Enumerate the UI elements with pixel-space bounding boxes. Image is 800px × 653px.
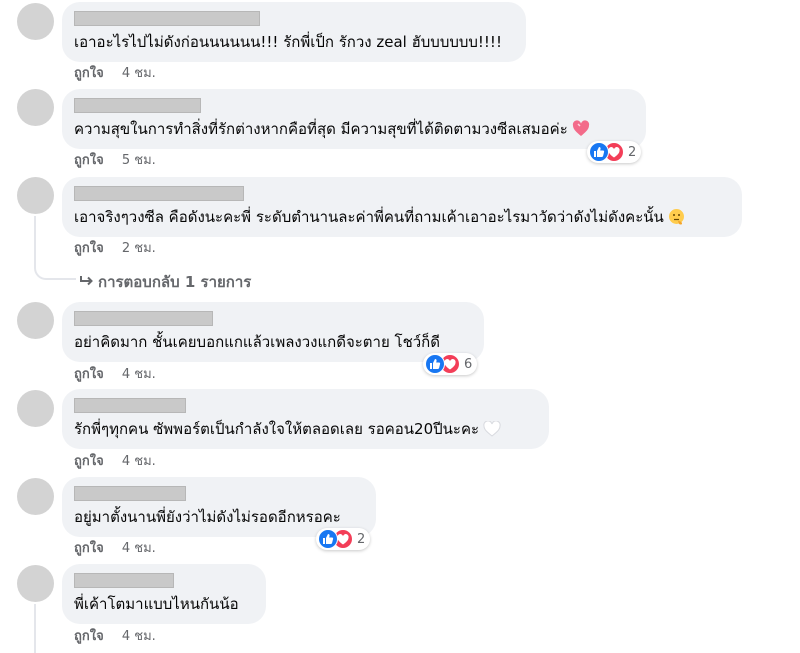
timestamp[interactable]: 4 ชม. [122, 541, 156, 556]
comment-bubble: อย่าคิดมาก ชั้นเคยบอกแกแล้วเพลงวงแกดีจะต… [62, 302, 484, 362]
avatar[interactable] [17, 302, 54, 339]
comment-bubble: รักพี่ๆทุกคน ซัพพอร์ตเป็นกำลังใจให้ตลอดเ… [62, 389, 549, 449]
thread-connector [34, 264, 76, 280]
avatar[interactable] [17, 565, 54, 602]
like-button[interactable]: ถูกใจ [74, 541, 104, 556]
comment-text: ความสุขในการทำสิ่งที่รักต่างหากคือที่สุด… [74, 119, 634, 142]
comment-text: เอาจริงๆวงซีล คือดังนะคะพี่ ระดับตำนานละ… [74, 207, 730, 230]
comment-text: อยู่มาตั้งนานพี่ยังว่าไม่ดังไม่รอดอีกหรอ… [74, 508, 341, 526]
avatar[interactable] [17, 478, 54, 515]
comment-bubble: เอาจริงๆวงซีล คือดังนะคะพี่ ระดับตำนานละ… [62, 177, 742, 237]
white-heart-icon [483, 420, 501, 442]
like-reaction-icon [318, 529, 338, 549]
avatar[interactable] [17, 89, 54, 126]
comment-actions: ถูกใจ 2 ชม. [74, 240, 156, 258]
comment-bubble: ความสุขในการทำสิ่งที่รักต่างหากคือที่สุด… [62, 89, 646, 149]
redacted-author-name[interactable] [74, 11, 260, 26]
like-button[interactable]: ถูกใจ [74, 367, 104, 382]
comment-bubble: เอาอะไรไปไม่ดังก่อนนนนนน!!! รักพี่เป็ก ร… [62, 2, 526, 62]
redacted-author-name[interactable] [74, 311, 213, 326]
timestamp[interactable]: 2 ชม. [122, 241, 156, 256]
comment-actions: ถูกใจ 4 ชม. [74, 366, 156, 384]
heart-icon [572, 120, 590, 142]
comment-actions: ถูกใจ 5 ชม. [74, 152, 156, 170]
avatar[interactable] [17, 3, 54, 40]
reaction-summary[interactable]: 2 [587, 141, 642, 163]
redacted-author-name[interactable] [74, 486, 186, 501]
like-button[interactable]: ถูกใจ [74, 454, 104, 469]
thread-line [34, 604, 36, 653]
reaction-summary[interactable]: 2 [316, 528, 371, 550]
comment-text: เอาอะไรไปไม่ดังก่อนนนนนน!!! รักพี่เป็ก ร… [74, 33, 502, 51]
comment-actions: ถูกใจ 4 ชม. [74, 540, 156, 558]
timestamp[interactable]: 4 ชม. [122, 629, 156, 644]
timestamp[interactable]: 4 ชม. [122, 367, 156, 382]
like-button[interactable]: ถูกใจ [74, 629, 104, 644]
like-button[interactable]: ถูกใจ [74, 66, 104, 81]
comment-text-body: รักพี่ๆทุกคน ซัพพอร์ตเป็นกำลังใจให้ตลอดเ… [74, 420, 480, 438]
avatar[interactable] [17, 177, 54, 214]
reply-arrow-icon [80, 273, 94, 291]
comment-text-body: ความสุขในการทำสิ่งที่รักต่างหากคือที่สุด… [74, 120, 568, 138]
redacted-author-name[interactable] [74, 398, 186, 413]
like-reaction-icon [425, 354, 445, 374]
timestamp[interactable]: 4 ชม. [122, 454, 156, 469]
reaction-count: 6 [464, 356, 473, 372]
comment-text: พี่เค้าโตมาแบบไหนกันน้อ [74, 595, 239, 613]
timestamp[interactable]: 4 ชม. [122, 66, 156, 81]
reaction-count: 2 [357, 531, 366, 547]
thread-line [34, 216, 36, 266]
comment-text: รักพี่ๆทุกคน ซัพพอร์ตเป็นกำลังใจให้ตลอดเ… [74, 419, 537, 442]
like-button[interactable]: ถูกใจ [74, 153, 104, 168]
reaction-count: 2 [628, 144, 637, 160]
thinking-face-icon [668, 208, 685, 230]
like-reaction-icon [589, 142, 609, 162]
timestamp[interactable]: 5 ชม. [122, 153, 156, 168]
comment-text-body: เอาจริงๆวงซีล คือดังนะคะพี่ ระดับตำนานละ… [74, 208, 664, 226]
like-button[interactable]: ถูกใจ [74, 241, 104, 256]
comment-bubble: พี่เค้าโตมาแบบไหนกันน้อ [62, 564, 266, 624]
redacted-author-name[interactable] [74, 186, 244, 201]
replies-label: การตอบกลับ 1 รายการ [98, 273, 252, 291]
redacted-author-name[interactable] [74, 573, 174, 588]
avatar[interactable] [17, 390, 54, 427]
comment-text: อย่าคิดมาก ชั้นเคยบอกแกแล้วเพลงวงแกดีจะต… [74, 333, 441, 351]
view-replies-link[interactable]: การตอบกลับ 1 รายการ [80, 270, 251, 294]
redacted-author-name[interactable] [74, 98, 201, 113]
comment-actions: ถูกใจ 4 ชม. [74, 628, 156, 646]
comment-actions: ถูกใจ 4 ชม. [74, 453, 156, 471]
comment-actions: ถูกใจ 4 ชม. [74, 65, 156, 83]
reaction-summary[interactable]: 6 [423, 353, 478, 375]
